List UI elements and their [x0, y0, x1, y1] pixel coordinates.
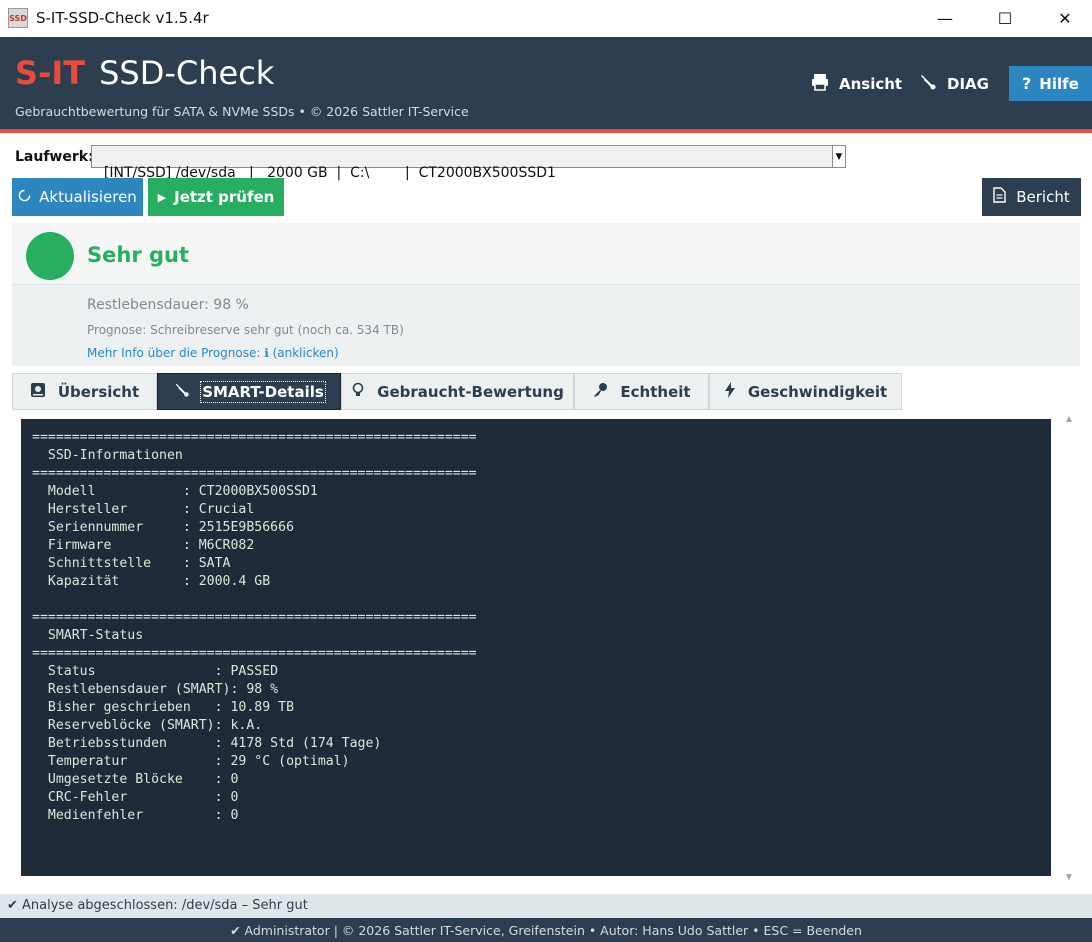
check-now-button[interactable]: ▶ Jetzt prüfen	[148, 178, 284, 216]
tab-overview-label: Übersicht	[57, 382, 140, 401]
status-summary: Sehr gut	[12, 223, 1080, 285]
refresh-button[interactable]: Aktualisieren	[12, 178, 143, 216]
brand-name: SSD-Check	[99, 54, 275, 92]
refresh-button-label: Aktualisieren	[39, 188, 137, 206]
tab-overview[interactable]: Übersicht	[12, 373, 157, 410]
brand-title: S-IT SSD-Check	[15, 54, 274, 92]
key-icon	[592, 382, 608, 402]
diag-button-label: DIAG	[947, 74, 989, 93]
scroll-down-arrow-icon[interactable]: ▼	[1064, 872, 1074, 883]
footer: ✔ Administrator | © 2026 Sattler IT-Serv…	[0, 918, 1092, 942]
drive-label: Laufwerk:	[15, 149, 94, 165]
lightning-icon	[724, 381, 736, 402]
scroll-up-arrow-icon[interactable]: ▲	[1064, 414, 1074, 425]
refresh-icon	[18, 188, 31, 206]
prognosis-text: Prognose: Schreibreserve sehr gut (noch …	[87, 323, 404, 337]
status-panel: Sehr gut Restlebensdauer: 98 % Prognose:…	[12, 223, 1080, 366]
tab-smart-details-label: SMART-Details	[200, 380, 326, 403]
smart-details-output[interactable]: ========================================…	[21, 419, 1051, 876]
dropdown-arrow-icon[interactable]: ▼	[832, 146, 845, 167]
app-header: S-IT SSD-Check Gebrauchtbewertung für SAT…	[0, 37, 1092, 129]
question-icon: ?	[1022, 74, 1032, 93]
diag-button[interactable]: DIAG	[919, 66, 989, 101]
maximize-button[interactable]: ☐	[976, 0, 1034, 37]
header-accent-bar	[0, 129, 1092, 133]
play-icon: ▶	[157, 190, 167, 204]
wrench-icon	[174, 382, 190, 402]
status-rating: Sehr gut	[87, 243, 190, 267]
wrench-icon	[919, 73, 937, 95]
tab-used-rating[interactable]: Gebraucht-Bewertung	[341, 373, 574, 410]
printer-icon	[811, 73, 829, 95]
view-button[interactable]: Ansicht	[811, 66, 902, 101]
tab-authenticity-label: Echtheit	[620, 382, 691, 401]
view-button-label: Ansicht	[839, 74, 903, 93]
minimize-button[interactable]: —	[916, 0, 974, 37]
document-icon	[993, 187, 1006, 207]
status-indicator	[26, 232, 74, 280]
smart-details-text: ========================================…	[32, 430, 477, 823]
app-icon: SSD	[8, 8, 28, 28]
window-titlebar: SSD S-IT-SSD-Check v1.5.4r — ☐ ✕	[0, 0, 1092, 37]
tab-authenticity[interactable]: Echtheit	[574, 373, 709, 410]
check-now-button-label: Jetzt prüfen	[174, 188, 275, 206]
tab-smart-details[interactable]: SMART-Details	[157, 373, 341, 410]
help-button-label: Hilfe	[1039, 74, 1079, 93]
report-button-label: Bericht	[1016, 188, 1070, 206]
window-title: S-IT-SSD-Check v1.5.4r	[36, 9, 209, 27]
tab-used-rating-label: Gebraucht-Bewertung	[377, 382, 564, 401]
remaining-life: Restlebensdauer: 98 %	[87, 297, 249, 313]
close-button[interactable]: ✕	[1036, 0, 1092, 37]
drive-icon	[30, 382, 46, 402]
lightbulb-icon	[351, 382, 365, 402]
more-info-link[interactable]: Mehr Info über die Prognose: ℹ (anklicke…	[87, 346, 339, 360]
report-button[interactable]: Bericht	[982, 178, 1081, 216]
status-bar: ✔ Analyse abgeschlossen: /dev/sda – Sehr…	[0, 894, 1092, 918]
header-subtitle: Gebrauchtbewertung für SATA & NVMe SSDs …	[15, 104, 469, 119]
drive-select[interactable]: [INT/SSD] /dev/sda | 2000 GB | C:\ | CT2…	[91, 145, 846, 181]
tab-speed-label: Geschwindigkeit	[747, 382, 888, 401]
vertical-scrollbar[interactable]: ▲ ▼	[1060, 410, 1080, 885]
help-button[interactable]: ? Hilfe	[1009, 66, 1092, 101]
brand-prefix: S-IT	[15, 54, 86, 92]
tab-speed[interactable]: Geschwindigkeit	[709, 373, 902, 410]
